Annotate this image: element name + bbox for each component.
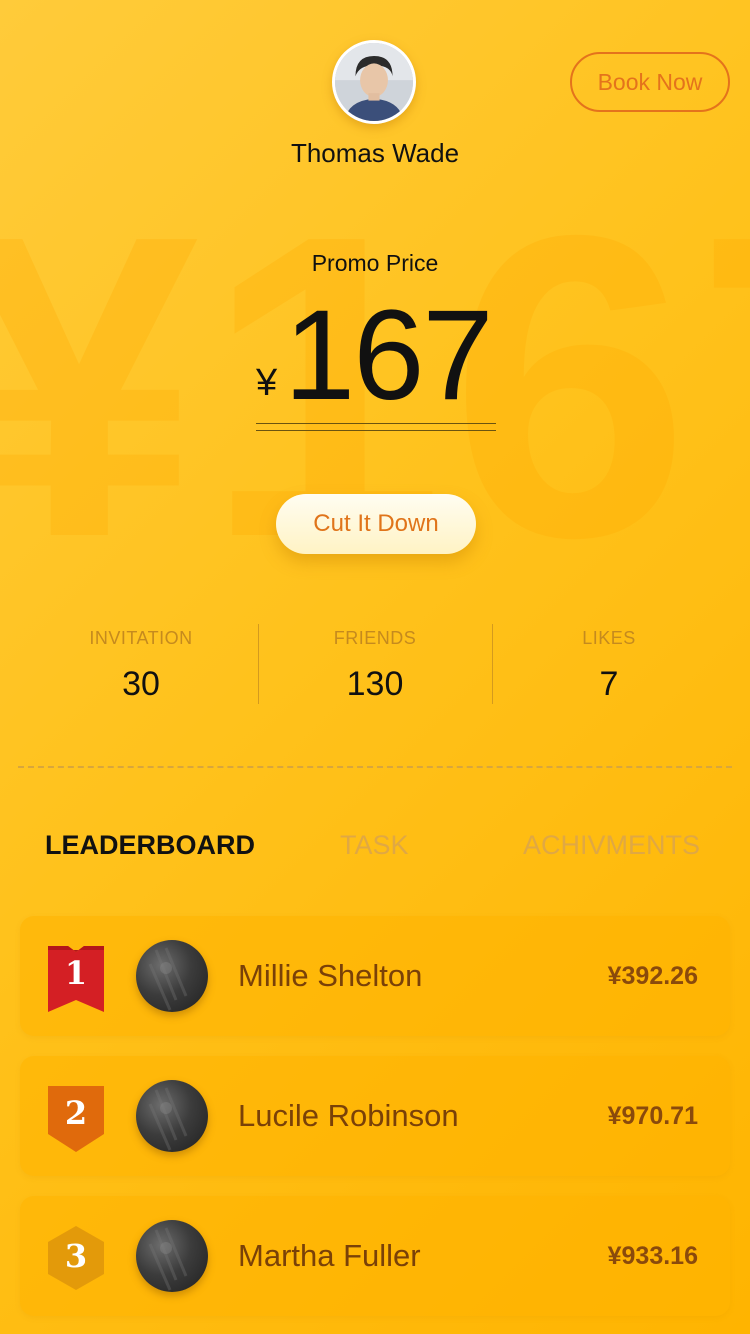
user-name: Thomas Wade (290, 138, 460, 168)
promo-price: ¥ 167 (256, 292, 496, 432)
stat-label: FRIENDS (333, 628, 417, 648)
dashed-divider (18, 766, 732, 768)
tab-bar: LEADERBOARD TASK ACHIVMENTS (0, 830, 750, 870)
book-now-button[interactable]: Book Now (570, 52, 730, 112)
stats-bar: INVITATION 30 FRIENDS 130 LIKES 7 (24, 624, 726, 704)
player-amount: ¥392.26 (607, 962, 698, 990)
price-underline (256, 430, 496, 431)
player-name: Martha Fuller (238, 1238, 421, 1273)
rank-number: 3 (64, 1237, 88, 1275)
avatar (136, 940, 208, 1012)
tab-leaderboard[interactable]: LEADERBOARD (45, 830, 255, 861)
avatar (136, 1080, 208, 1152)
price-underline (256, 423, 496, 424)
leaderboard-row[interactable]: 2 Lucile Robinson ¥970.71 (20, 1056, 730, 1176)
leaderboard-row[interactable]: 3 Martha Fuller ¥933.16 (20, 1196, 730, 1316)
rank-number: 2 (64, 1094, 88, 1132)
tab-task[interactable]: TASK (340, 830, 409, 861)
cut-it-down-button[interactable]: Cut It Down (276, 494, 476, 554)
stat-label: LIKES (582, 628, 636, 648)
promo-price-label: Promo Price (311, 250, 439, 276)
player-name: Millie Shelton (238, 958, 423, 993)
ribbon-icon: 1 (48, 944, 104, 1012)
price-value: 167 (284, 284, 494, 427)
stat-likes[interactable]: LIKES 7 (492, 624, 726, 704)
stat-invitation[interactable]: INVITATION 30 (24, 624, 258, 704)
leaderboard-row[interactable]: 1 Millie Shelton ¥392.26 (20, 916, 730, 1036)
stat-friends[interactable]: FRIENDS 130 (258, 624, 492, 704)
tab-achivments[interactable]: ACHIVMENTS (523, 830, 700, 861)
hexagon-icon: 3 (48, 1224, 104, 1292)
person-photo-icon (335, 43, 413, 121)
user-avatar[interactable] (332, 40, 416, 124)
currency-symbol: ¥ (256, 362, 278, 404)
stat-value: 130 (346, 665, 404, 703)
shield-icon: 2 (48, 1084, 104, 1152)
rank-number: 1 (64, 954, 88, 992)
stat-value: 7 (599, 665, 619, 703)
player-amount: ¥933.16 (607, 1242, 698, 1270)
player-amount: ¥970.71 (607, 1102, 698, 1130)
stat-value: 30 (122, 665, 160, 703)
stat-label: INVITATION (89, 628, 193, 648)
player-name: Lucile Robinson (238, 1098, 459, 1133)
avatar (136, 1220, 208, 1292)
